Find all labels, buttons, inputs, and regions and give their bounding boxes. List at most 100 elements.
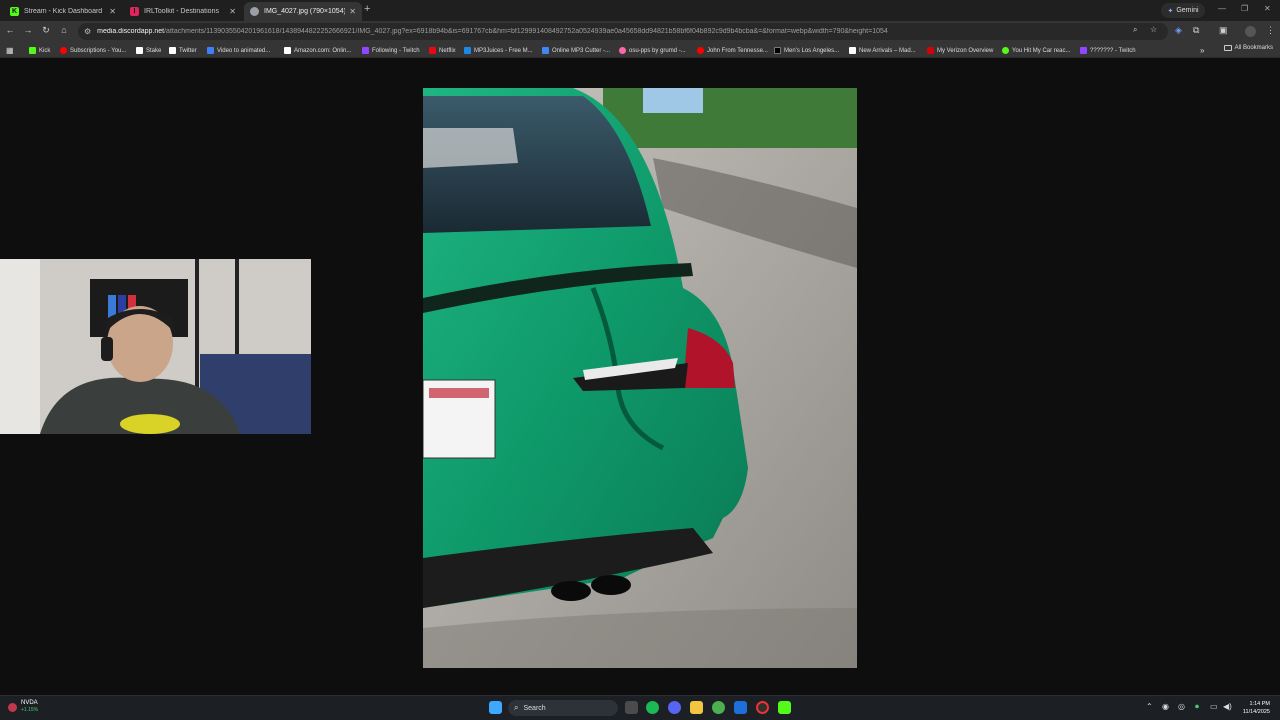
bookmark-mp3juices[interactable]: MP3Juices - Free M... (464, 45, 533, 56)
close-icon[interactable]: ✕ (349, 7, 356, 16)
tab-title: Stream - Kick Dashboard (24, 8, 103, 15)
youtube-icon (697, 47, 704, 54)
tab-strip: K Stream - Kick Dashboard ✕ I IRLToolkit… (0, 0, 1280, 21)
bookmark-label: Twitter (179, 47, 197, 54)
browser-toolbar: ← → ↻ ⌂ ⚙ media.discordapp.net/attachmen… (0, 21, 1280, 42)
netflix-icon (429, 47, 436, 54)
twitch-icon (362, 47, 369, 54)
kick-app-icon[interactable] (778, 701, 791, 714)
door-frame (0, 259, 40, 434)
store-icon[interactable] (734, 701, 747, 714)
bookmark-john-from-tennessee[interactable]: John From Tennesse... (697, 45, 768, 56)
taskbar-clock[interactable]: 1:14 PM 11/14/2025 (1243, 700, 1270, 716)
bookmark-stake[interactable]: Stake (136, 45, 161, 56)
microphone-icon[interactable]: ⏺ (1195, 702, 1199, 712)
extensions-puzzle-icon[interactable]: ⧉ (1193, 25, 1199, 36)
obs-icon[interactable] (756, 701, 769, 714)
url-path: /attachments/1139035504201961618/1438944… (164, 28, 888, 35)
bookmark-star-icon[interactable]: ☆ (1150, 25, 1157, 34)
twitch-icon (1080, 47, 1087, 54)
stock-icon (8, 702, 17, 712)
side-panel-icon[interactable]: ▣ (1219, 25, 1228, 36)
search-placeholder: Search (523, 704, 546, 712)
folder-icon (1223, 45, 1232, 51)
taskbar-search[interactable]: ⌕ Search (508, 700, 618, 716)
batman-logo (120, 414, 180, 434)
image-viewer (0, 59, 1280, 695)
stock-widget[interactable]: NVDA +1.15% (8, 700, 38, 714)
site-info-icon[interactable]: ⚙ (84, 27, 91, 36)
all-bookmarks-button[interactable]: All Bookmarks (1223, 45, 1273, 51)
forward-icon[interactable]: → (22, 25, 34, 35)
bookmark-label: Amazon.com: Onlin... (294, 47, 352, 54)
bookmark-label: Subscriptions - You... (70, 47, 127, 54)
home-icon[interactable]: ⌂ (58, 25, 70, 35)
gemini-button[interactable]: ✦ Gemini (1161, 3, 1205, 18)
globe-icon (250, 7, 259, 16)
back-icon[interactable]: ← (4, 25, 16, 35)
bookmark-my-verizon[interactable]: My Verizon Overview (927, 45, 993, 56)
gemini-label: Gemini (1176, 7, 1199, 14)
sparkle-icon: ✦ (1167, 7, 1174, 15)
file-explorer-icon[interactable] (690, 701, 703, 714)
bookmark-label: Online MP3 Cutter -... (552, 47, 611, 54)
bookmark-osu-pps[interactable]: osu-pps by grumd -... (619, 45, 686, 56)
bookmark-mens-los-angeles[interactable]: Men's Los Angeles... (774, 45, 839, 56)
new-tab-button[interactable]: + (364, 3, 370, 15)
volume-icon[interactable]: ◀) (1223, 702, 1232, 711)
bookmark-amazon[interactable]: Amazon.com: Onlin... (284, 45, 351, 56)
tray-app-icon[interactable]: ◉ (1162, 702, 1169, 711)
tab-irltoolkit[interactable]: I IRLToolkit - Destinations ✕ (124, 2, 242, 21)
tray-overflow-icon[interactable]: ⌃ (1146, 702, 1153, 711)
task-view-icon[interactable] (625, 701, 638, 714)
tab-kick-dashboard[interactable]: K Stream - Kick Dashboard ✕ (4, 2, 122, 21)
more-bookmarks-icon[interactable]: » (1200, 45, 1204, 56)
bookmarks-bar: ▦ Kick Subscriptions - You... Stake Twit… (0, 42, 1280, 58)
bookmark-new-arrivals[interactable]: New Arrivals – Mad... (849, 45, 916, 56)
search-icon: ⌕ (514, 703, 519, 712)
bookmark-label: Stake (146, 47, 162, 54)
store-icon (849, 47, 856, 54)
menu-icon[interactable]: ⋮ (1266, 25, 1275, 36)
tray-app-icon[interactable]: ◎ (1178, 702, 1185, 711)
tab-title: IRLToolkit - Destinations (144, 8, 219, 15)
bookmark-netflix[interactable]: Netflix (429, 45, 456, 56)
kick-icon (1002, 47, 1009, 54)
extension-icon[interactable]: ◈ (1175, 25, 1182, 36)
window-reflection (423, 128, 518, 168)
network-icon[interactable]: ▭ (1210, 702, 1218, 711)
minimize-icon[interactable]: — (1218, 4, 1226, 13)
spotify-icon[interactable] (646, 701, 659, 714)
bookmark-twitch-following[interactable]: Following - Twitch (362, 45, 420, 56)
bookmark-mp3-cutter[interactable]: Online MP3 Cutter -... (542, 45, 610, 56)
discord-icon[interactable] (668, 701, 681, 714)
apps-icon[interactable]: ▦ (6, 45, 14, 56)
chrome-icon[interactable] (712, 701, 725, 714)
car-photo[interactable] (423, 88, 857, 668)
zoom-icon[interactable]: ⌕ (1133, 25, 1137, 35)
tab-image[interactable]: IMG_4027.jpg (790×1054) ✕ (244, 2, 362, 21)
profile-avatar[interactable] (1245, 26, 1256, 37)
bookmark-video-to-animated[interactable]: Video to animated... (207, 45, 270, 56)
bookmark-twitch-unknown[interactable]: ??????? - Twitch (1080, 45, 1136, 56)
bookmark-twitter[interactable]: Twitter (169, 45, 197, 56)
bookmark-youtube[interactable]: Subscriptions - You... (60, 45, 126, 56)
window-close-icon[interactable]: ✕ (1264, 4, 1271, 13)
tab-title: IMG_4027.jpg (790×1054) (264, 8, 346, 15)
exhaust-tip-left (551, 581, 591, 601)
mp3-cutter-icon (542, 47, 549, 54)
windows-start-icon[interactable] (489, 701, 502, 714)
bookmark-label: osu-pps by grumd -... (629, 47, 686, 54)
restore-icon[interactable]: ❐ (1241, 4, 1248, 13)
bookmark-label: Following - Twitch (372, 47, 420, 54)
address-bar[interactable]: ⚙ media.discordapp.net/attachments/11390… (78, 23, 1168, 40)
bookmark-kick[interactable]: Kick (29, 45, 50, 56)
close-icon[interactable]: ✕ (109, 7, 116, 16)
sky (643, 88, 703, 113)
bookmark-you-hit-my-car[interactable]: You Hit My Car reac... (1002, 45, 1070, 56)
amazon-icon (284, 47, 291, 54)
reload-icon[interactable]: ↻ (40, 25, 52, 36)
close-icon[interactable]: ✕ (229, 7, 236, 16)
bookmark-label: MP3Juices - Free M... (474, 47, 533, 54)
all-bookmarks-label: All Bookmarks (1234, 45, 1273, 51)
